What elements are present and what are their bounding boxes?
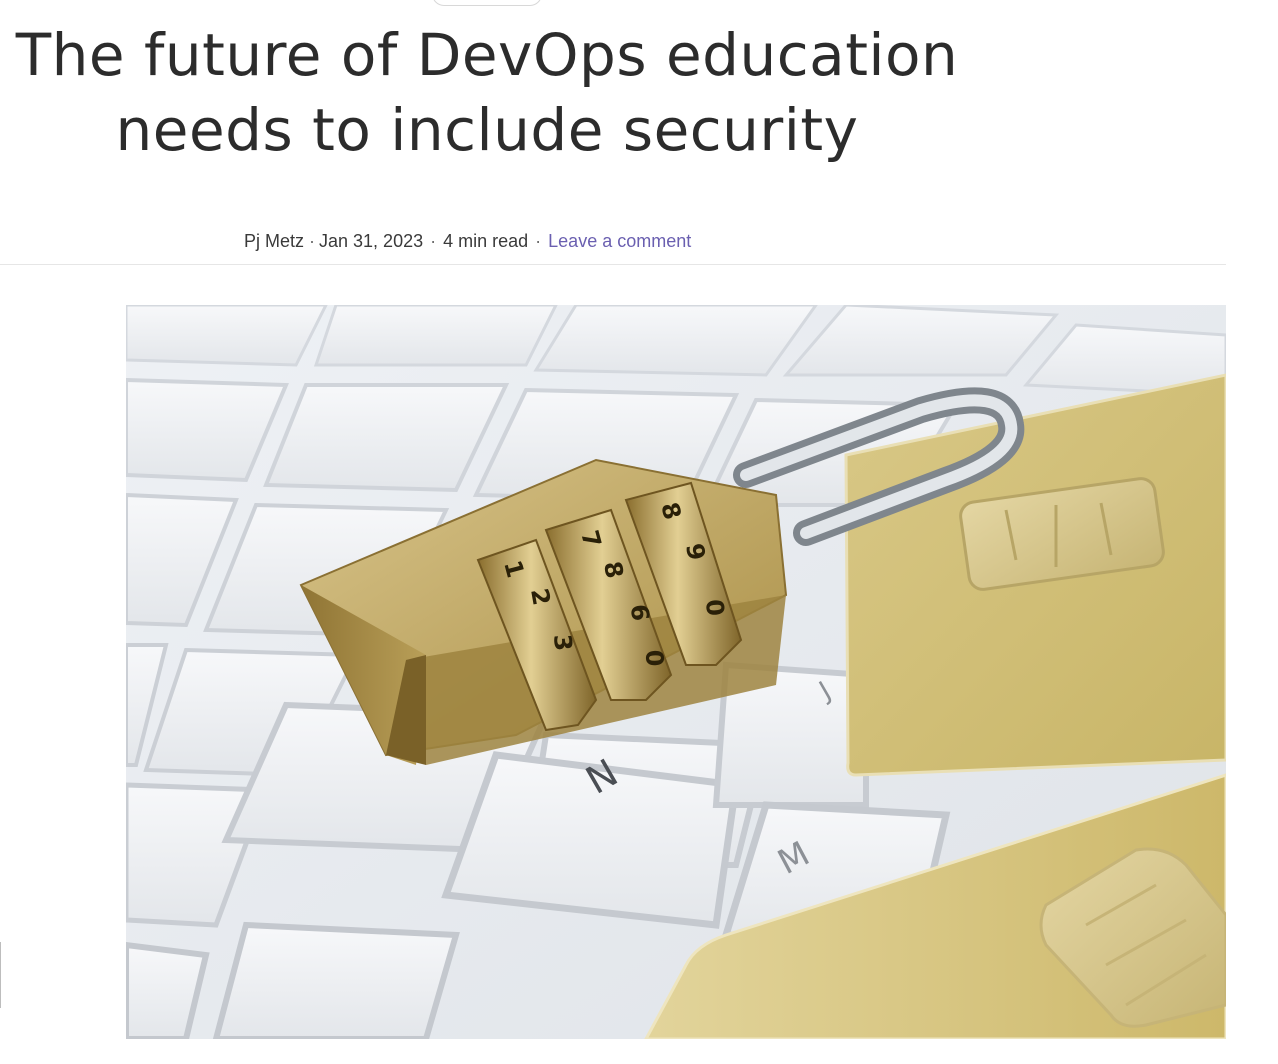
- dial-digit: 0: [640, 649, 669, 667]
- title-line-1: The future of DevOps education: [15, 21, 959, 89]
- top-pill-button[interactable]: [432, 0, 542, 6]
- hero-illustration: N M J 1 2 3 7 8 6 0 8 9 0: [126, 305, 1226, 1039]
- header-divider: [0, 264, 1226, 265]
- leave-comment-link[interactable]: Leave a comment: [548, 229, 691, 253]
- left-edge-marker: [0, 942, 1, 1008]
- dial-digit: 0: [700, 598, 729, 617]
- publish-date: Jan 31, 2023: [319, 231, 424, 251]
- hero-image: N M J 1 2 3 7 8 6 0 8 9 0: [126, 305, 1226, 1039]
- meta-separator: ·: [430, 231, 437, 251]
- read-time: 4 min read: [443, 231, 529, 251]
- title-line-2: needs to include security: [115, 96, 859, 164]
- dial-digit: 6: [625, 603, 654, 622]
- article-meta: Pj Metz · Jan 31, 2023 · 4 min read · Le…: [244, 229, 691, 253]
- page-title: The future of DevOps education needs to …: [0, 18, 974, 168]
- author-name[interactable]: Pj Metz: [244, 229, 304, 253]
- meta-separator: ·: [535, 231, 542, 251]
- meta-separator: ·: [309, 231, 316, 251]
- dial-digit: 3: [548, 633, 577, 652]
